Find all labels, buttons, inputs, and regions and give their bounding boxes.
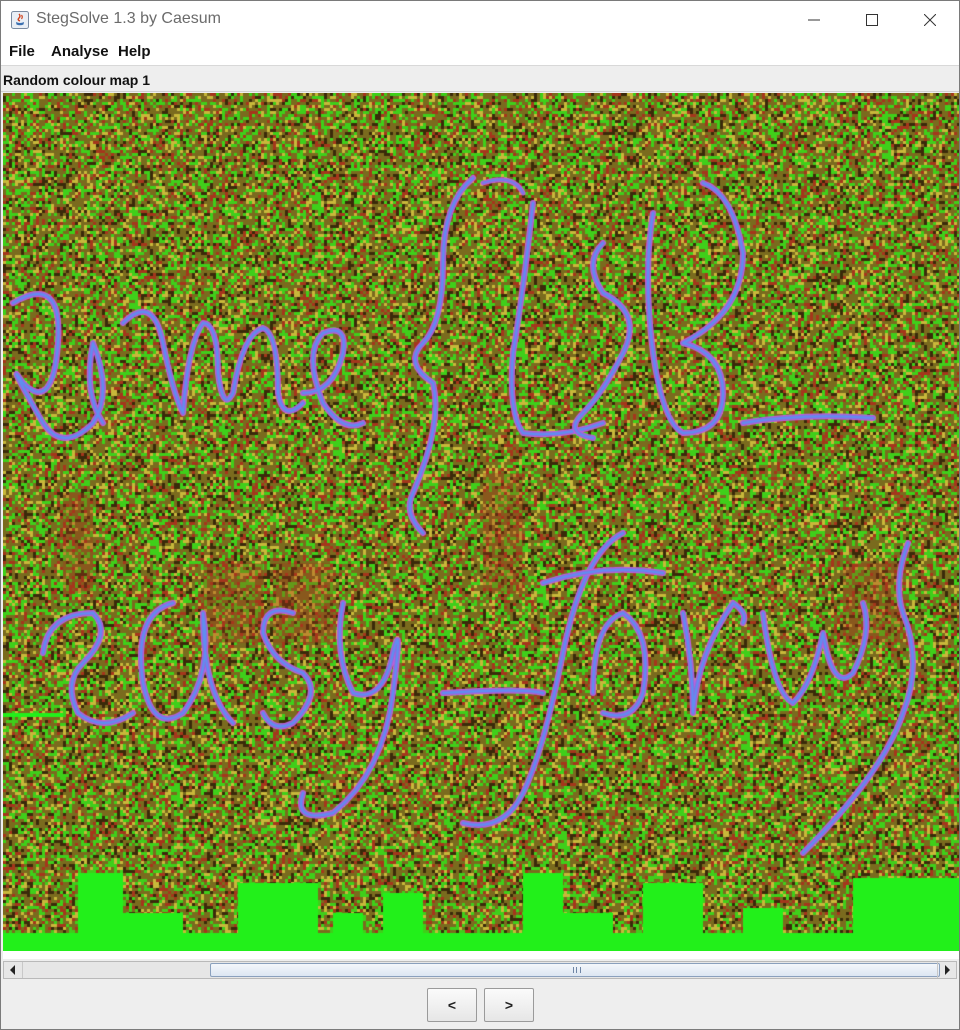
scroll-track[interactable]: [24, 963, 208, 977]
minimize-icon: [808, 19, 820, 21]
close-icon: [924, 14, 936, 26]
plane-header: Random colour map 1: [1, 67, 959, 92]
next-plane-button[interactable]: >: [484, 988, 534, 1022]
chevron-left-icon: [10, 965, 15, 975]
close-button[interactable]: [901, 1, 959, 39]
menu-analyse[interactable]: Analyse: [51, 43, 109, 60]
maximize-icon: [866, 14, 878, 26]
chevron-right-icon: [945, 965, 950, 975]
maximize-button[interactable]: [843, 1, 901, 39]
scroll-thumb[interactable]: [210, 963, 940, 977]
image-viewport[interactable]: [3, 93, 959, 959]
menu-file[interactable]: File: [9, 43, 35, 60]
previous-plane-button[interactable]: <: [427, 988, 477, 1022]
menu-bar: File Analyse Help: [1, 39, 959, 66]
title-bar[interactable]: StegSolve 1.3 by Caesum: [1, 1, 959, 39]
scroll-left-button[interactable]: [4, 962, 23, 978]
navigation-bar: < >: [1, 981, 959, 1029]
scroll-right-button[interactable]: [937, 962, 956, 978]
horizontal-scrollbar[interactable]: [3, 961, 957, 979]
window-title: StegSolve 1.3 by Caesum: [36, 10, 221, 27]
decoded-image: [3, 93, 959, 951]
plane-label: Random colour map 1: [3, 72, 151, 88]
grip-icon: [573, 967, 581, 973]
java-app-icon[interactable]: [11, 11, 29, 29]
stegsolve-window: StegSolve 1.3 by Caesum File Analyse Hel…: [0, 0, 960, 1030]
menu-help[interactable]: Help: [118, 43, 151, 60]
minimize-button[interactable]: [785, 1, 843, 39]
